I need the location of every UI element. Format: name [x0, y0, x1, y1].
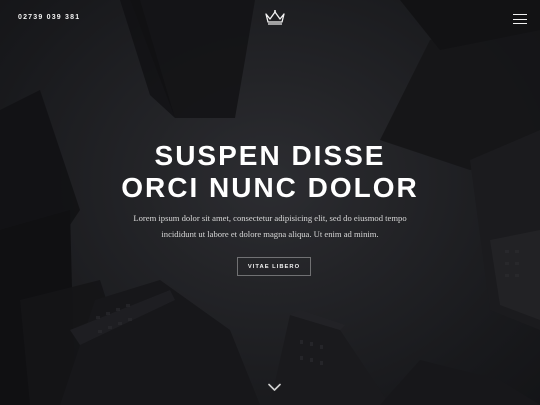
hamburger-menu-icon[interactable] [513, 14, 527, 25]
hero-headline: SUSPEN DISSE ORCI NUNC DOLOR [0, 140, 540, 204]
headline-line-1: SUSPEN DISSE [154, 140, 386, 171]
vitae-libero-button[interactable]: VITAE LIBERO [237, 257, 311, 276]
phone-number[interactable]: 02739 039 381 [18, 14, 80, 21]
headline-line-2: ORCI NUNC DOLOR [121, 172, 419, 203]
subtext-line-1: Lorem ipsum dolor sit amet, consectetur … [133, 213, 407, 223]
subtext-line-2: incididunt ut labore et dolore magna ali… [161, 228, 379, 239]
crown-icon[interactable] [264, 9, 286, 25]
hero-subtext: Lorem ipsum dolor sit amet, consectetur … [90, 211, 450, 242]
chevron-down-icon[interactable] [268, 383, 281, 392]
top-navigation-bar: 02739 039 381 [0, 0, 540, 38]
